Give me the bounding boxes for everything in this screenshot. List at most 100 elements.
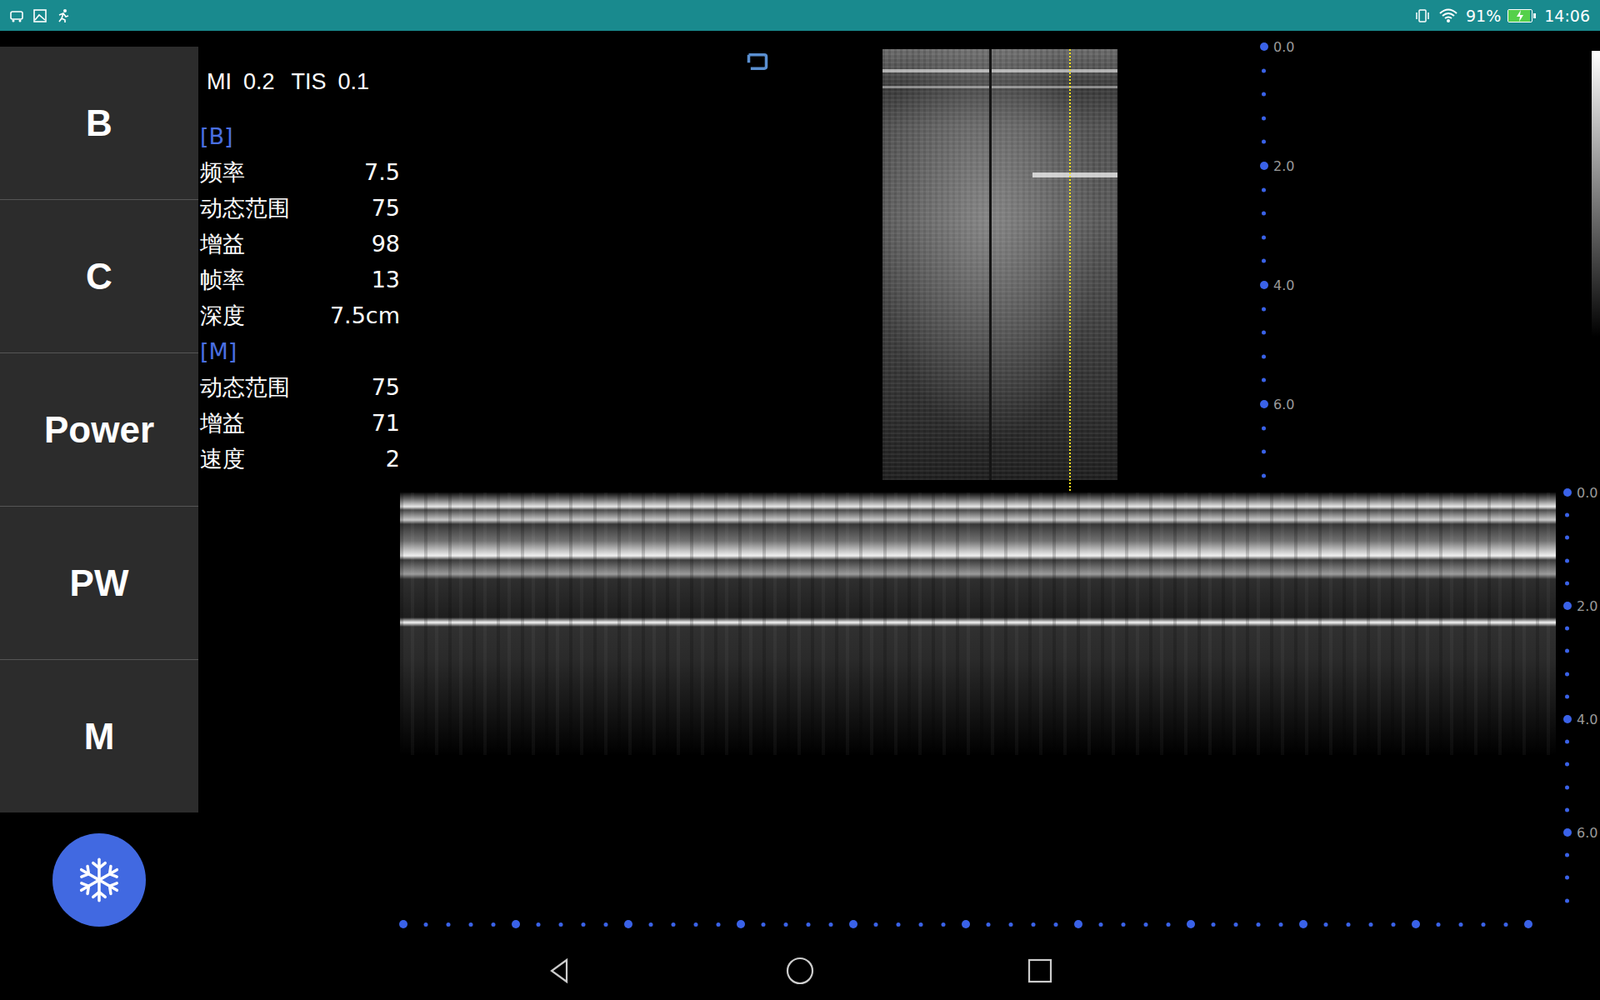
scale-dot xyxy=(1261,473,1266,478)
scale-dot xyxy=(1563,828,1572,837)
scale-dot xyxy=(1261,259,1266,264)
axis-dot xyxy=(1144,922,1149,927)
parameter-value: 75 xyxy=(371,374,400,400)
parameter-name: 帧率 xyxy=(200,265,245,295)
axis-dot xyxy=(1186,920,1195,929)
mode-button[interactable]: B xyxy=(0,46,199,200)
parameter-row: 频率 7.5 xyxy=(200,154,400,190)
parameter-name: 增益 xyxy=(200,408,245,439)
back-icon[interactable] xyxy=(545,955,575,986)
axis-dot xyxy=(1166,922,1171,927)
mode-button[interactable]: Power xyxy=(0,353,199,507)
scale-dot xyxy=(1565,740,1570,745)
axis-dot xyxy=(581,922,586,927)
axis-dot xyxy=(1524,920,1533,929)
axis-dot xyxy=(1391,922,1396,927)
mode-button[interactable]: M xyxy=(0,660,199,813)
mi-value: 0.2 xyxy=(243,69,275,95)
axis-dot xyxy=(491,922,496,927)
home-icon[interactable] xyxy=(785,955,815,986)
scale-label: 0.0 xyxy=(1273,39,1295,55)
axis-dot xyxy=(919,922,924,927)
scale-dot xyxy=(1261,211,1266,216)
notification-icons xyxy=(8,7,72,25)
axis-dot xyxy=(399,920,408,929)
scale-dot xyxy=(1565,580,1570,585)
mi-label: MI xyxy=(206,69,232,95)
recents-icon[interactable] xyxy=(1025,955,1055,986)
scale-label: 2.0 xyxy=(1273,158,1295,175)
snowflake-icon xyxy=(75,855,124,905)
axis-dot xyxy=(604,922,609,927)
mode-button[interactable]: C xyxy=(0,200,199,354)
axis-dot xyxy=(1436,922,1441,927)
axis-dot xyxy=(961,920,970,929)
mode-sidebar: BCPowerPWM xyxy=(0,30,199,942)
b-depth-scale: 0.02.04.06.0 xyxy=(1260,46,1310,480)
scale-dot xyxy=(1261,68,1266,73)
scale-dot xyxy=(1261,235,1266,240)
m-mode-image xyxy=(400,492,1556,755)
tis-label: TIS xyxy=(291,69,327,95)
scale-dot xyxy=(1260,161,1269,170)
scale-dot xyxy=(1260,42,1269,51)
mode-button[interactable]: PW xyxy=(0,506,199,660)
axis-dot xyxy=(1074,920,1083,929)
axis-dot xyxy=(671,922,676,927)
parameter-value: 7.5 xyxy=(364,159,400,185)
scale-label: 4.0 xyxy=(1576,711,1598,728)
parameter-value: 2 xyxy=(385,445,400,472)
system-status: 91%14:06 xyxy=(1414,6,1590,25)
axis-dot xyxy=(806,922,811,927)
car-icon xyxy=(8,7,25,25)
scale-dot xyxy=(1565,626,1570,631)
axis-dot xyxy=(784,922,789,927)
parameter-name: 动态范围 xyxy=(200,193,290,224)
battery-tip xyxy=(1533,13,1536,19)
axis-dot xyxy=(1324,922,1329,927)
wifi-icon xyxy=(1437,7,1460,25)
scale-label: 2.0 xyxy=(1576,598,1598,615)
axis-dot xyxy=(624,920,633,929)
mode-list: BCPowerPWM xyxy=(0,46,199,813)
vibrate-icon xyxy=(1414,7,1431,25)
axis-dot xyxy=(1481,922,1486,927)
scale-dot xyxy=(1261,187,1266,192)
axis-dot xyxy=(694,922,699,927)
parameter-value: 7.5cm xyxy=(330,302,400,329)
charging-icon xyxy=(1515,10,1525,22)
scale-dot xyxy=(1261,306,1266,311)
scale-dot xyxy=(1565,853,1570,858)
axis-dot xyxy=(649,922,654,927)
parameter-value: 75 xyxy=(371,195,400,221)
axis-dot xyxy=(829,922,834,927)
scale-dot xyxy=(1261,425,1266,430)
scale-label: 6.0 xyxy=(1576,825,1598,841)
parameter-name: 动态范围 xyxy=(200,372,290,403)
axis-dot xyxy=(1299,920,1308,929)
parameter-name: 频率 xyxy=(200,157,245,188)
needle-shadow xyxy=(989,49,992,480)
m-depth-scale: 0.02.04.06.0 xyxy=(1563,492,1600,910)
scale-dot xyxy=(1565,807,1570,812)
roi-icon[interactable] xyxy=(745,50,770,73)
parameter-row: 帧率13 xyxy=(200,261,400,298)
axis-dot xyxy=(1054,922,1059,927)
scale-dot xyxy=(1261,354,1266,359)
scale-dot xyxy=(1565,694,1570,699)
axis-dot xyxy=(896,922,901,927)
m-line-cursor[interactable] xyxy=(1069,49,1071,521)
axis-dot xyxy=(736,920,745,929)
axis-dot xyxy=(1369,922,1374,927)
axis-dot xyxy=(511,920,520,929)
scale-dot xyxy=(1565,671,1570,676)
freeze-button[interactable] xyxy=(52,833,146,927)
axis-dot xyxy=(716,922,721,927)
parameter-panel: MI0.2TIS0.1[B]频率7.5动态范围75增益98帧率13深度7.5cm… xyxy=(200,64,400,477)
parameter-row: 动态范围 75 xyxy=(200,369,400,405)
parameter-row: 增益98 xyxy=(200,225,400,262)
parameter-row: 动态范围 75 xyxy=(200,190,400,226)
scale-dot xyxy=(1565,898,1570,903)
axis-dot xyxy=(1121,922,1126,927)
scale-dot xyxy=(1261,330,1266,335)
